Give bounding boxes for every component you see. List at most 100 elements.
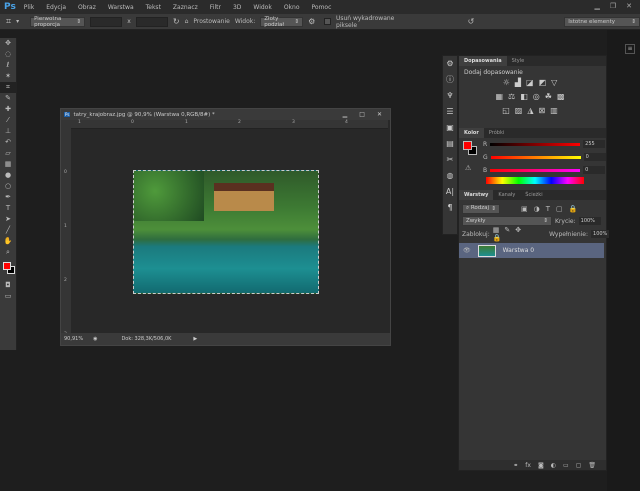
posterize-icon[interactable]: ▨: [515, 106, 528, 115]
doc-close-icon[interactable]: ✕: [377, 111, 382, 118]
trash-icon[interactable]: 🗑: [588, 462, 596, 469]
menu-layer[interactable]: Warstwa: [108, 4, 134, 11]
status-info-icon[interactable]: ◉: [93, 336, 97, 342]
layer-name[interactable]: Warstwa 0: [503, 247, 534, 254]
menu-3d[interactable]: 3D: [233, 4, 241, 11]
crop-icon[interactable]: ⌗: [6, 17, 11, 27]
gear-icon[interactable]: ⚙: [308, 17, 315, 26]
ratio-select[interactable]: Pierwotna proporcja ⇕: [30, 16, 86, 28]
fx-icon[interactable]: fx: [525, 462, 531, 469]
new-layer-icon[interactable]: ▢: [576, 462, 582, 469]
healing-brush-icon[interactable]: ✚: [0, 104, 16, 115]
brightness-icon[interactable]: ☼: [503, 78, 515, 87]
curves-icon[interactable]: ◪: [526, 78, 539, 87]
zoom-icon[interactable]: ⌕: [0, 247, 16, 258]
link-icon[interactable]: ⚭: [513, 462, 518, 469]
g-value-input[interactable]: 0: [583, 153, 606, 161]
brush-icon[interactable]: ⁄: [0, 115, 16, 126]
tool-presets-icon[interactable]: ✂: [443, 152, 457, 168]
paragraph-icon[interactable]: ¶: [443, 200, 457, 216]
foreground-swatch[interactable]: [463, 141, 472, 150]
adjustment-layer-icon[interactable]: ◐: [551, 462, 556, 469]
menu-view[interactable]: Widok: [253, 4, 271, 11]
doc-maximize-icon[interactable]: □: [359, 111, 365, 118]
selective-color-icon[interactable]: ⊠: [539, 106, 551, 115]
balance-icon[interactable]: ⚖: [508, 92, 520, 101]
lookup-icon[interactable]: ▩: [557, 92, 570, 101]
tab-swatches[interactable]: Próbki: [484, 128, 509, 138]
blend-mode-select[interactable]: Zwykły ⇕: [462, 216, 552, 226]
photo-filter-icon[interactable]: ◎: [533, 92, 545, 101]
tool-preset-chevron-icon[interactable]: ▾: [16, 18, 19, 25]
layer-row[interactable]: 👁 Warstwa 0: [459, 243, 604, 258]
close-icon[interactable]: ✕: [626, 2, 632, 10]
shape-icon[interactable]: ╱: [0, 225, 16, 236]
channel-mixer-icon[interactable]: ☘: [545, 92, 557, 101]
tab-channels[interactable]: Kanały: [493, 190, 520, 200]
dodge-icon[interactable]: ○: [0, 181, 16, 192]
straighten-label[interactable]: Prostowanie: [193, 18, 229, 25]
tab-adjustments[interactable]: Dopasowania: [459, 56, 507, 66]
layer-filter-select[interactable]: ⌕ Rodzaj ⇕: [462, 203, 500, 214]
document-titlebar[interactable]: Ps tatry_krajobraz.jpg @ 90,9% (Warstwa …: [61, 109, 390, 120]
lock-icons[interactable]: ▦✎✥🔒: [493, 226, 526, 242]
menu-filter[interactable]: Filtr: [210, 4, 221, 11]
delete-cropped-checkbox[interactable]: [324, 18, 331, 25]
menu-help[interactable]: Pomoc: [312, 4, 332, 11]
collapse-icon[interactable]: ≡: [625, 44, 635, 54]
screen-mode-icon[interactable]: ▭: [0, 291, 16, 302]
hue-icon[interactable]: ▦: [495, 92, 508, 101]
doc-minimize-icon[interactable]: ▁: [343, 111, 348, 118]
menu-image[interactable]: Obraz: [78, 4, 96, 11]
folder-icon[interactable]: ▭: [563, 462, 569, 469]
brush-settings-icon[interactable]: ☰: [443, 104, 457, 120]
visibility-eye-icon[interactable]: 👁: [463, 247, 471, 254]
pen-icon[interactable]: ✒: [0, 192, 16, 203]
menu-type[interactable]: Tekst: [146, 4, 161, 11]
lasso-tool-icon[interactable]: ℓ: [0, 60, 16, 71]
character-icon[interactable]: A|: [443, 184, 457, 200]
styles-icon[interactable]: ◍: [443, 168, 457, 184]
bw-icon[interactable]: ◧: [520, 92, 533, 101]
status-menu-arrow-icon[interactable]: ▶: [193, 336, 197, 342]
tab-styles[interactable]: Style: [507, 56, 530, 66]
gamut-warning-icon[interactable]: ⚠: [465, 164, 471, 172]
magic-wand-icon[interactable]: ✶: [0, 71, 16, 82]
width-input[interactable]: [90, 16, 123, 27]
r-slider[interactable]: [490, 142, 581, 146]
r-value-input[interactable]: 255: [583, 140, 606, 148]
eraser-icon[interactable]: ▱: [0, 148, 16, 159]
fill-input[interactable]: 100%: [591, 230, 610, 238]
levels-icon[interactable]: ▟: [515, 78, 526, 87]
properties-icon[interactable]: ▣: [443, 120, 457, 136]
crop-tool-icon[interactable]: ⌗: [0, 82, 16, 93]
menu-file[interactable]: Plik: [24, 4, 34, 11]
invert-icon[interactable]: ◱: [502, 106, 515, 115]
tab-color[interactable]: Kolor: [459, 128, 484, 138]
height-input[interactable]: [135, 16, 168, 27]
mask-icon[interactable]: ◙: [538, 462, 544, 469]
restore-icon[interactable]: ❐: [610, 2, 616, 10]
move-tool-icon[interactable]: ✥: [0, 38, 16, 49]
tab-layers[interactable]: Warstwy: [459, 190, 494, 200]
delete-cropped-label[interactable]: Usuń wykadrowane piksele: [336, 15, 413, 29]
tab-paths[interactable]: Ścieżki: [520, 190, 547, 200]
gradient-icon[interactable]: ▦: [0, 159, 16, 170]
vibrance-icon[interactable]: ▽: [551, 78, 562, 87]
quick-mask-icon[interactable]: ◘: [0, 280, 16, 291]
g-slider[interactable]: [490, 155, 581, 159]
type-icon[interactable]: T: [0, 203, 16, 214]
path-select-icon[interactable]: ➤: [0, 214, 16, 225]
eyedropper-icon[interactable]: ✎: [0, 93, 16, 104]
foreground-color[interactable]: [3, 262, 11, 270]
opacity-input[interactable]: 100%: [578, 217, 601, 225]
image-canvas[interactable]: [133, 170, 319, 294]
info-icon[interactable]: ⓘ: [443, 72, 457, 88]
zoom-level[interactable]: 90,91%: [64, 336, 83, 342]
hand-icon[interactable]: ✋: [0, 236, 16, 247]
workspace-select[interactable]: Istotne elementy ⇕: [564, 16, 640, 27]
straighten-icon[interactable]: ⌂: [185, 18, 189, 25]
minimize-icon[interactable]: ▁: [594, 2, 599, 10]
exposure-icon[interactable]: ◩: [539, 78, 552, 87]
b-slider[interactable]: [490, 168, 581, 172]
